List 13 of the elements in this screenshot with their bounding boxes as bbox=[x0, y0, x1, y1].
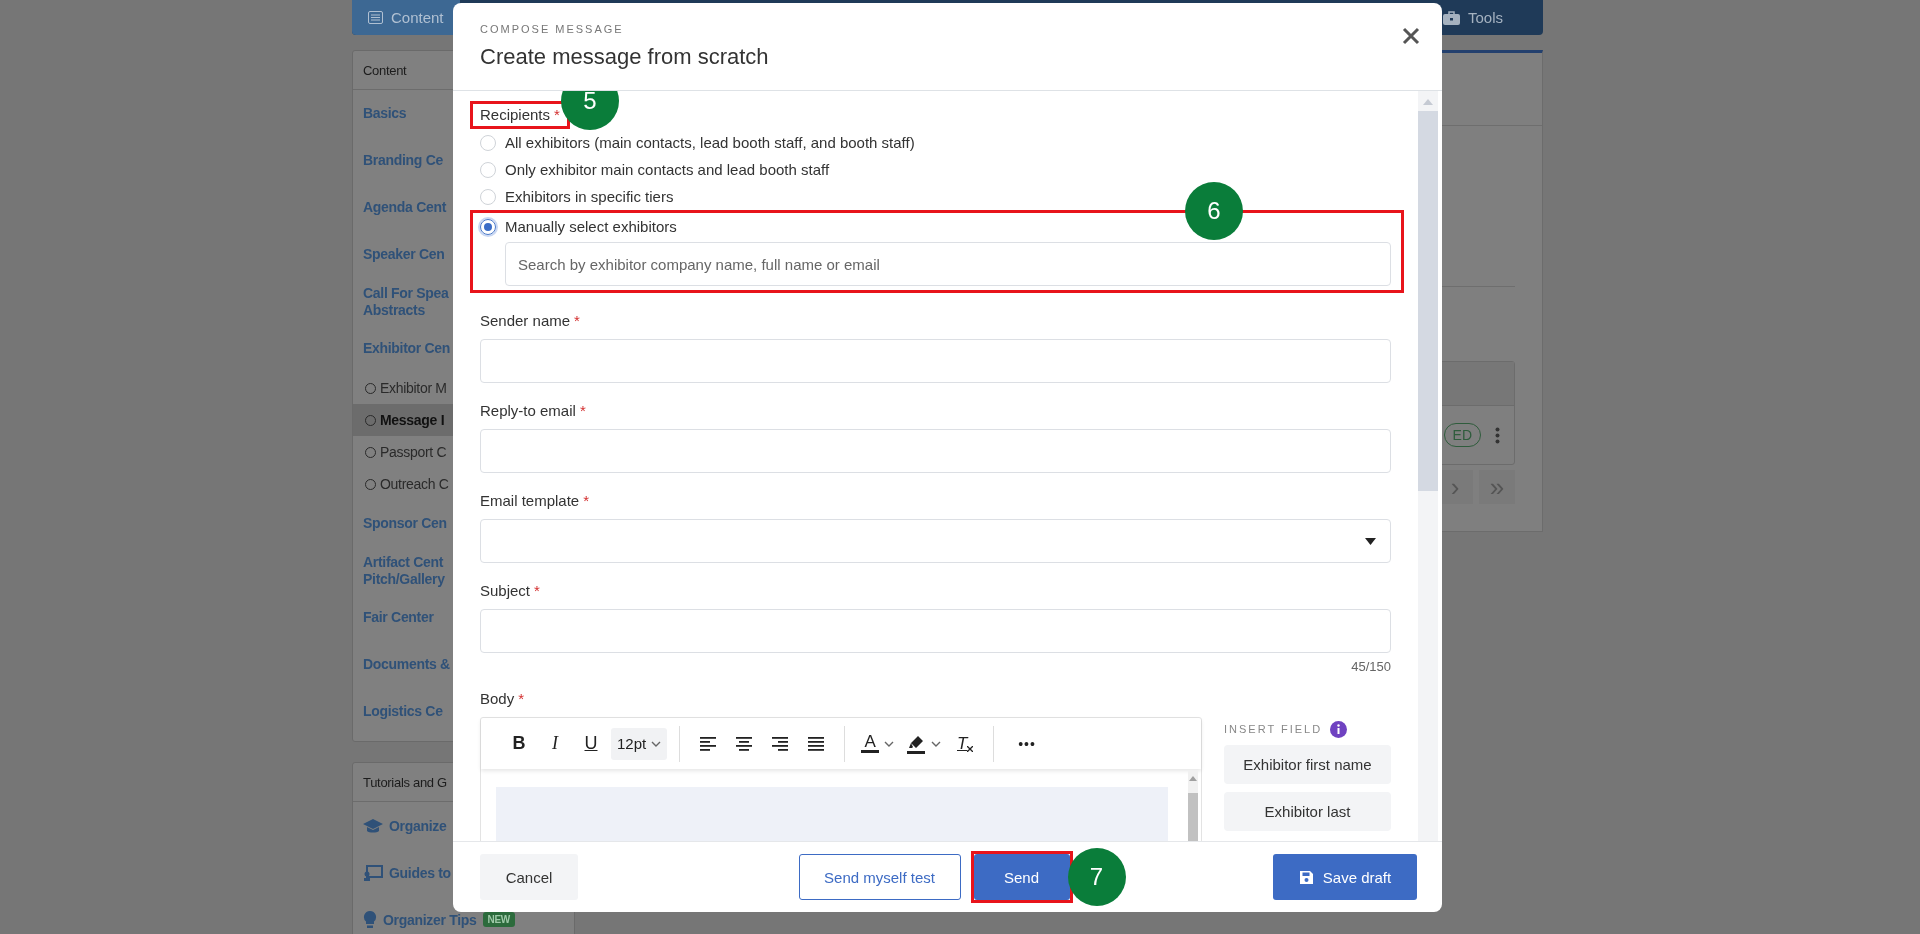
step-number-badge: 7 bbox=[1067, 848, 1126, 906]
field-label: Sender name * bbox=[480, 311, 580, 329]
new-badge: NEW bbox=[482, 912, 515, 927]
field-label: Reply-to email * bbox=[480, 401, 586, 419]
step-number-badge: 5 bbox=[560, 91, 619, 130]
field-label: Subject * bbox=[480, 581, 540, 599]
step-number-badge: 6 bbox=[1185, 182, 1243, 240]
field-label: Email template * bbox=[480, 491, 590, 509]
character-counter: 45/150 bbox=[1351, 659, 1391, 674]
field-label: Recipients * bbox=[480, 106, 560, 123]
dialog-eyebrow: COMPOSE MESSAGE bbox=[480, 23, 625, 35]
section-title: INSERT FIELD bbox=[1224, 723, 1323, 735]
field-label: Body * bbox=[480, 689, 525, 707]
